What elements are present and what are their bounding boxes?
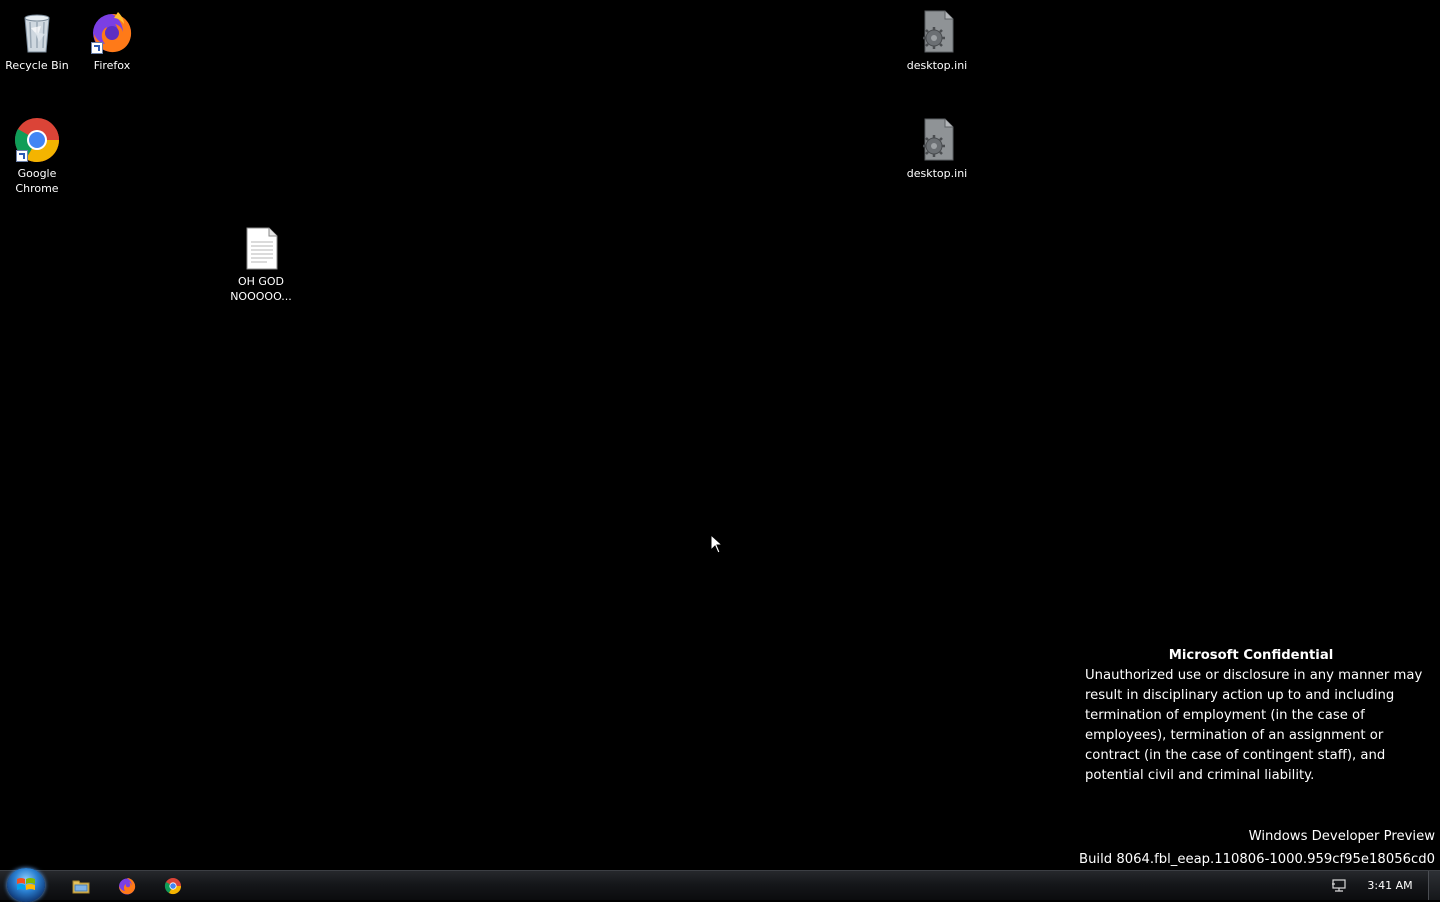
recycle-bin-icon [13,8,61,56]
chrome-icon [13,116,61,164]
taskbar-button-google-chrome[interactable] [162,875,184,897]
folder-icon [72,880,90,894]
desktop-icon-firefox[interactable]: Firefox [75,8,149,73]
settings-file-icon [913,116,961,164]
build-string: Build 8064.fbl_eeap.110806-1000.959cf95e… [1079,852,1435,867]
desktop-icon-desktop-ini[interactable]: desktop.ini [900,8,974,73]
taskbar: 3:41 AM [0,868,1440,902]
desktop-icon-label: desktop.ini [906,59,968,72]
desktop-icon-label: Firefox [93,59,131,72]
settings-file-icon [913,8,961,56]
desktop-icon-label: Google Chrome [15,167,59,195]
watermark-body: Unauthorized use or disclosure in any ma… [1085,668,1423,783]
desktop-icon-label: OH GOD NOOOOO... [230,275,292,303]
taskbar-button-firefox[interactable] [116,875,138,897]
watermark-title: Microsoft Confidential [1168,648,1334,663]
shortcut-arrow-icon [91,42,103,54]
shortcut-arrow-icon [16,150,28,162]
network-icon[interactable] [1331,878,1347,894]
confidential-watermark: Microsoft Confidential Unauthorized use … [1085,646,1425,786]
desktop-icon-desktop-ini[interactable]: desktop.ini [900,116,974,181]
text-file-icon [237,224,285,272]
mouse-cursor-icon [710,533,724,554]
taskbar-button-file-explorer[interactable] [70,875,92,897]
desktop-icon-google-chrome[interactable]: Google Chrome [0,116,74,196]
show-desktop-button[interactable] [1428,871,1440,900]
desktop-icon-label: desktop.ini [906,167,968,180]
build-info: Windows Developer Preview Build 8064.fbl… [1079,825,1435,871]
desktop[interactable]: Recycle Bin Firefox Google Chrome OH GOD… [0,0,1440,870]
chrome-icon [164,878,182,895]
taskbar-clock[interactable]: 3:41 AM [1362,878,1418,893]
build-product: Windows Developer Preview [1248,829,1435,844]
desktop-icon-recycle-bin[interactable]: Recycle Bin [0,8,74,73]
desktop-icon-label: Recycle Bin [5,59,69,72]
start-button[interactable] [7,868,45,902]
firefox-icon [119,878,136,895]
desktop-icon-text-file[interactable]: OH GOD NOOOOO... [224,224,298,304]
windows-logo-icon [17,878,35,890]
firefox-icon [88,8,136,56]
